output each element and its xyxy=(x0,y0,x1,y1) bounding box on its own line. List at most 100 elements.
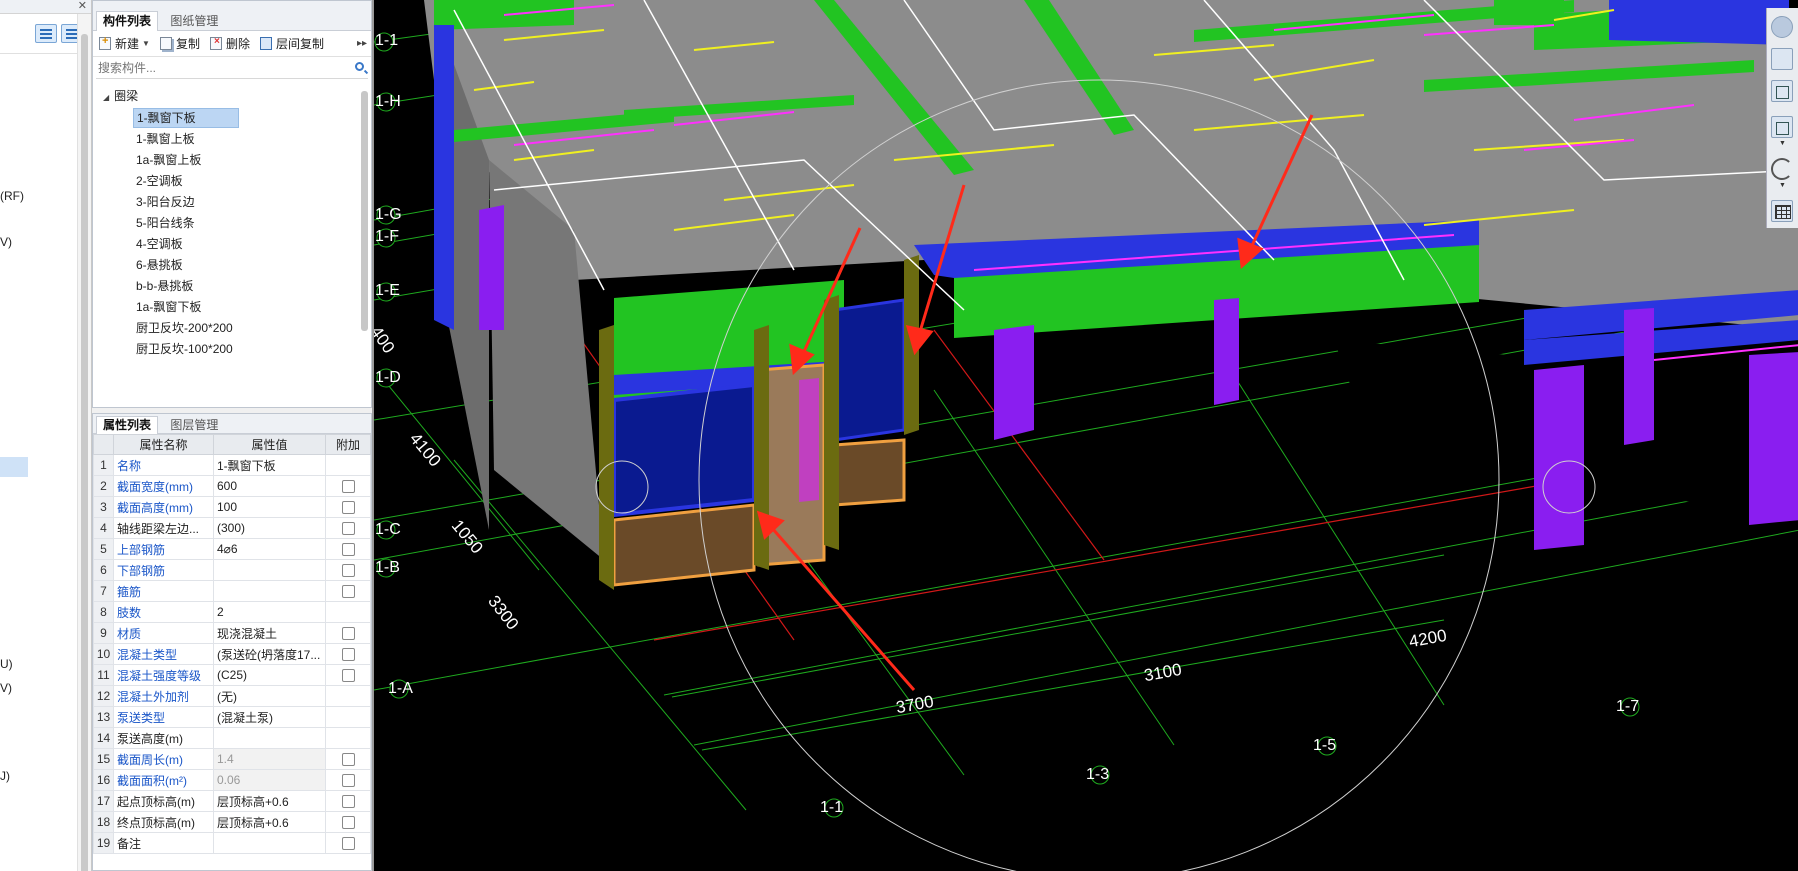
extra-checkbox[interactable] xyxy=(341,585,355,599)
property-row[interactable]: 8 肢数 2 xyxy=(93,601,371,623)
property-value[interactable] xyxy=(213,580,326,602)
extra-checkbox[interactable] xyxy=(341,816,355,830)
2d-view-icon[interactable] xyxy=(1771,48,1793,70)
extra-checkbox[interactable] xyxy=(341,837,355,851)
property-value[interactable] xyxy=(213,727,326,749)
extra-checkbox[interactable] xyxy=(341,480,355,494)
property-row[interactable]: 4 轴线距梁左边... (300) xyxy=(93,517,371,539)
tree-item[interactable]: 3-阳台反边 xyxy=(133,192,198,212)
row-index: 4 xyxy=(93,517,114,539)
3d-view-icon[interactable] xyxy=(1771,80,1793,102)
extra-checkbox[interactable] xyxy=(341,648,355,662)
new-button[interactable]: 新建▼ xyxy=(99,35,150,52)
property-row[interactable]: 15 截面周长(m) 1.4 xyxy=(93,748,371,770)
property-row[interactable]: 18 终点顶标高(m) 层顶标高+0.6 xyxy=(93,811,371,833)
property-value[interactable]: (混凝土泵) xyxy=(213,706,326,728)
expand-triangle-icon[interactable]: ◢ xyxy=(103,93,109,102)
scrollbar-thumb[interactable] xyxy=(81,34,88,871)
tree-item[interactable]: 6-悬挑板 xyxy=(133,255,186,275)
chevron-down-icon[interactable]: ▼ xyxy=(142,39,150,48)
tree-item[interactable]: 4-空调板 xyxy=(133,234,186,254)
property-row[interactable]: 11 混凝土强度等级 (C25) xyxy=(93,664,371,686)
property-value[interactable]: 现浇混凝土 xyxy=(213,622,326,644)
extra-checkbox[interactable] xyxy=(341,753,355,767)
tree-item[interactable]: 厨卫反坎-100*200 xyxy=(133,339,236,359)
property-value[interactable]: (泵送砼(坍落度17... xyxy=(213,643,326,665)
extra-checkbox[interactable] xyxy=(341,627,355,641)
property-row[interactable]: 10 混凝土类型 (泵送砼(坍落度17... xyxy=(93,643,371,665)
search-icon[interactable] xyxy=(355,62,364,71)
property-row[interactable]: 1 名称 1-飘窗下板 xyxy=(93,454,371,476)
rotate-icon[interactable] xyxy=(1771,158,1793,180)
extra-checkbox[interactable] xyxy=(341,522,355,536)
tree-item[interactable]: 1-飘窗上板 xyxy=(133,129,198,149)
nav-item-selected[interactable] xyxy=(0,457,28,477)
property-row[interactable]: 12 混凝土外加剂 (无) xyxy=(93,685,371,707)
extra-checkbox[interactable] xyxy=(341,669,355,683)
chevron-down-icon[interactable]: ▼ xyxy=(1779,140,1786,147)
property-value[interactable]: 1-飘窗下板 xyxy=(213,454,326,476)
tab-drawing-management[interactable]: 图纸管理 xyxy=(163,11,225,31)
property-row[interactable]: 9 材质 现浇混凝土 xyxy=(93,622,371,644)
extra-checkbox[interactable] xyxy=(341,501,355,515)
view-sphere-icon[interactable] xyxy=(1771,16,1793,38)
property-row[interactable]: 7 箍筋 xyxy=(93,580,371,602)
close-icon[interactable]: ✕ xyxy=(78,0,87,12)
nav-item[interactable]: (RF) xyxy=(0,189,24,203)
tree-item-selected[interactable]: 1-飘窗下板 xyxy=(133,108,239,128)
property-value[interactable]: (无) xyxy=(213,685,326,707)
cube-view-icon[interactable] xyxy=(1771,116,1793,138)
tree-scrollbar[interactable] xyxy=(360,81,369,396)
property-row[interactable]: 5 上部钢筋 4⌀6 xyxy=(93,538,371,560)
nav-scrollbar[interactable] xyxy=(77,14,91,871)
property-value[interactable]: 层顶标高+0.6 xyxy=(213,811,326,833)
search-input[interactable] xyxy=(96,59,336,77)
copy-button[interactable]: 复制 xyxy=(159,35,200,52)
property-row[interactable]: 19 备注 xyxy=(93,832,371,854)
property-value[interactable]: 600 xyxy=(213,475,326,497)
extra-checkbox[interactable] xyxy=(341,564,355,578)
property-value[interactable]: 1.4 xyxy=(213,748,326,770)
property-value[interactable]: 100 xyxy=(213,496,326,518)
tab-component-list[interactable]: 构件列表 xyxy=(96,11,159,31)
property-row[interactable]: 14 泵送高度(m) xyxy=(93,727,371,749)
grid-view-icon[interactable] xyxy=(1771,200,1793,222)
nav-item[interactable]: V) xyxy=(0,681,12,695)
property-row[interactable]: 17 起点顶标高(m) 层顶标高+0.6 xyxy=(93,790,371,812)
tab-layer-management[interactable]: 图层管理 xyxy=(163,416,225,434)
nav-item[interactable]: J) xyxy=(0,769,10,783)
property-value[interactable]: (300) xyxy=(213,517,326,539)
tree-root-node[interactable]: ◢ 圈梁 xyxy=(103,87,138,104)
tree-item[interactable]: 厨卫反坎-200*200 xyxy=(133,318,236,338)
tree-item[interactable]: 1a-飘窗下板 xyxy=(133,297,204,317)
nav-item[interactable]: U) xyxy=(0,657,13,671)
floor-copy-button[interactable]: 层间复制 xyxy=(259,35,324,52)
property-value[interactable]: (C25) xyxy=(213,664,326,686)
property-value[interactable]: 0.06 xyxy=(213,769,326,791)
property-value[interactable] xyxy=(213,832,326,854)
list-view-icon[interactable] xyxy=(35,24,57,43)
property-row[interactable]: 16 截面面积(m²) 0.06 xyxy=(93,769,371,791)
tab-property-list[interactable]: 属性列表 xyxy=(96,416,159,434)
property-value[interactable] xyxy=(213,559,326,581)
property-row[interactable]: 3 截面高度(mm) 100 xyxy=(93,496,371,518)
tree-item[interactable]: 1a-飘窗上板 xyxy=(133,150,204,170)
delete-button[interactable]: 删除 xyxy=(209,35,250,52)
extra-checkbox[interactable] xyxy=(341,774,355,788)
extra-checkbox[interactable] xyxy=(341,795,355,809)
tree-item[interactable]: 2-空调板 xyxy=(133,171,186,191)
property-value[interactable]: 层顶标高+0.6 xyxy=(213,790,326,812)
tree-item[interactable]: b-b-悬挑板 xyxy=(133,276,196,296)
property-row[interactable]: 2 截面宽度(mm) 600 xyxy=(93,475,371,497)
property-value[interactable]: 2 xyxy=(213,601,326,623)
3d-viewport[interactable]: 1-1 1-H 1-G 1-F 1-E 1-D 1-C 1-B 1-A 1-1 … xyxy=(372,0,1798,871)
extra-checkbox[interactable] xyxy=(341,543,355,557)
chevron-down-icon[interactable]: ▼ xyxy=(1779,182,1786,189)
property-row[interactable]: 13 泵送类型 (混凝土泵) xyxy=(93,706,371,728)
scrollbar-thumb[interactable] xyxy=(361,91,368,331)
tree-item[interactable]: 5-阳台线条 xyxy=(133,213,198,233)
property-value[interactable]: 4⌀6 xyxy=(213,538,326,560)
nav-item[interactable]: V) xyxy=(0,235,12,249)
property-row[interactable]: 6 下部钢筋 xyxy=(93,559,371,581)
more-icon[interactable]: ▸▸ xyxy=(357,38,367,49)
